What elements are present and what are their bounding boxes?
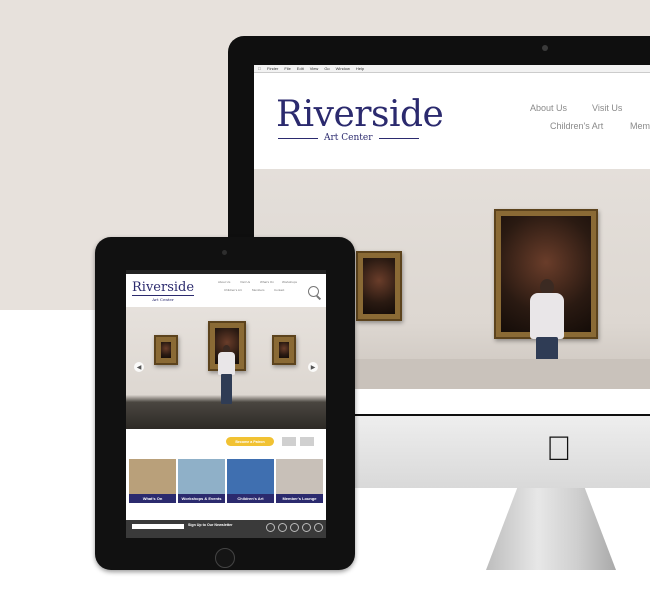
- painting-small: [356, 251, 402, 321]
- menu-view[interactable]: View: [310, 66, 319, 71]
- twitter-icon[interactable]: [266, 523, 275, 532]
- nav-workshops[interactable]: Workshops: [282, 280, 297, 284]
- camera-icon: [222, 250, 227, 255]
- mail-icon[interactable]: [302, 523, 311, 532]
- nav-members[interactable]: Mem: [630, 121, 650, 131]
- facebook-icon[interactable]: [278, 523, 287, 532]
- apple-logo-icon: : [546, 432, 572, 466]
- tile-workshops-events[interactable]: Workshops & Events: [178, 459, 225, 503]
- logo-subtitle: Art Center: [132, 295, 195, 302]
- logo-wordmark: Riverside: [132, 280, 195, 295]
- tile-label: Member's Lounge: [276, 494, 323, 503]
- newsletter-label[interactable]: Sign Up to Our Newsletter: [188, 523, 233, 527]
- become-patron-button[interactable]: Become a Patron: [226, 437, 274, 446]
- rss-icon[interactable]: [314, 523, 323, 532]
- search-icon[interactable]: [308, 286, 319, 297]
- sponsor-logo: [300, 437, 314, 446]
- nav-members[interactable]: Members: [252, 288, 265, 292]
- tablet-header: Riverside Art Center About Us Visit Us W…: [126, 274, 326, 307]
- tile-childrens-art[interactable]: Children's Art: [227, 459, 274, 503]
- cta-row: Become a Patron: [126, 432, 326, 454]
- newsletter-email-input[interactable]: [132, 524, 184, 529]
- apple-menu-icon[interactable]: : [258, 66, 261, 71]
- next-arrow-icon[interactable]: ▶: [308, 362, 318, 372]
- nav-about[interactable]: About Us: [530, 103, 567, 113]
- tablet-logo[interactable]: Riverside Art Center: [132, 280, 195, 302]
- visitor-figure: [216, 345, 235, 404]
- footer-bar: Sign Up to Our Newsletter: [126, 520, 326, 538]
- tile-label: Children's Art: [227, 494, 274, 503]
- tile-members-lounge[interactable]: Member's Lounge: [276, 459, 323, 503]
- tablet-screen: Riverside Art Center About Us Visit Us W…: [126, 270, 326, 538]
- nav-visit[interactable]: Visit Us: [592, 103, 622, 113]
- nav-whats-on[interactable]: What's On: [260, 280, 274, 284]
- instagram-icon[interactable]: [290, 523, 299, 532]
- prev-arrow-icon[interactable]: ◀: [134, 362, 144, 372]
- nav-childrens-art[interactable]: Children's Art: [224, 288, 242, 292]
- main-nav: About Us Visit Us Children's Art Mem: [254, 73, 650, 170]
- tile-label: Workshops & Events: [178, 494, 225, 503]
- mac-menubar:  Finder File Edit View Go Window Help: [254, 65, 650, 73]
- site-header: Riverside Art Center About Us Visit Us C…: [254, 73, 650, 170]
- nav-contact[interactable]: Contact: [274, 288, 284, 292]
- menu-finder[interactable]: Finder: [267, 66, 278, 71]
- menu-go[interactable]: Go: [324, 66, 329, 71]
- imac-stand: [486, 488, 616, 570]
- tile-whats-on[interactable]: What's On: [129, 459, 176, 503]
- camera-icon: [542, 45, 548, 51]
- sponsor-logo: [282, 437, 296, 446]
- home-button[interactable]: [215, 548, 235, 568]
- nav-about[interactable]: About Us: [218, 280, 230, 284]
- menu-help[interactable]: Help: [356, 66, 364, 71]
- nav-visit[interactable]: Visit Us: [240, 280, 250, 284]
- ipad-device: Riverside Art Center About Us Visit Us W…: [95, 237, 355, 570]
- tile-label: What's On: [129, 494, 176, 503]
- nav-childrens-art[interactable]: Children's Art: [550, 121, 603, 131]
- feature-tiles: What's On Workshops & Events Children's …: [129, 459, 323, 503]
- menu-edit[interactable]: Edit: [297, 66, 304, 71]
- painting-left: [154, 335, 178, 365]
- hero-image: ◀ ▶: [126, 307, 326, 429]
- painting-right: [272, 335, 296, 365]
- menu-window[interactable]: Window: [336, 66, 350, 71]
- menu-file[interactable]: File: [284, 66, 290, 71]
